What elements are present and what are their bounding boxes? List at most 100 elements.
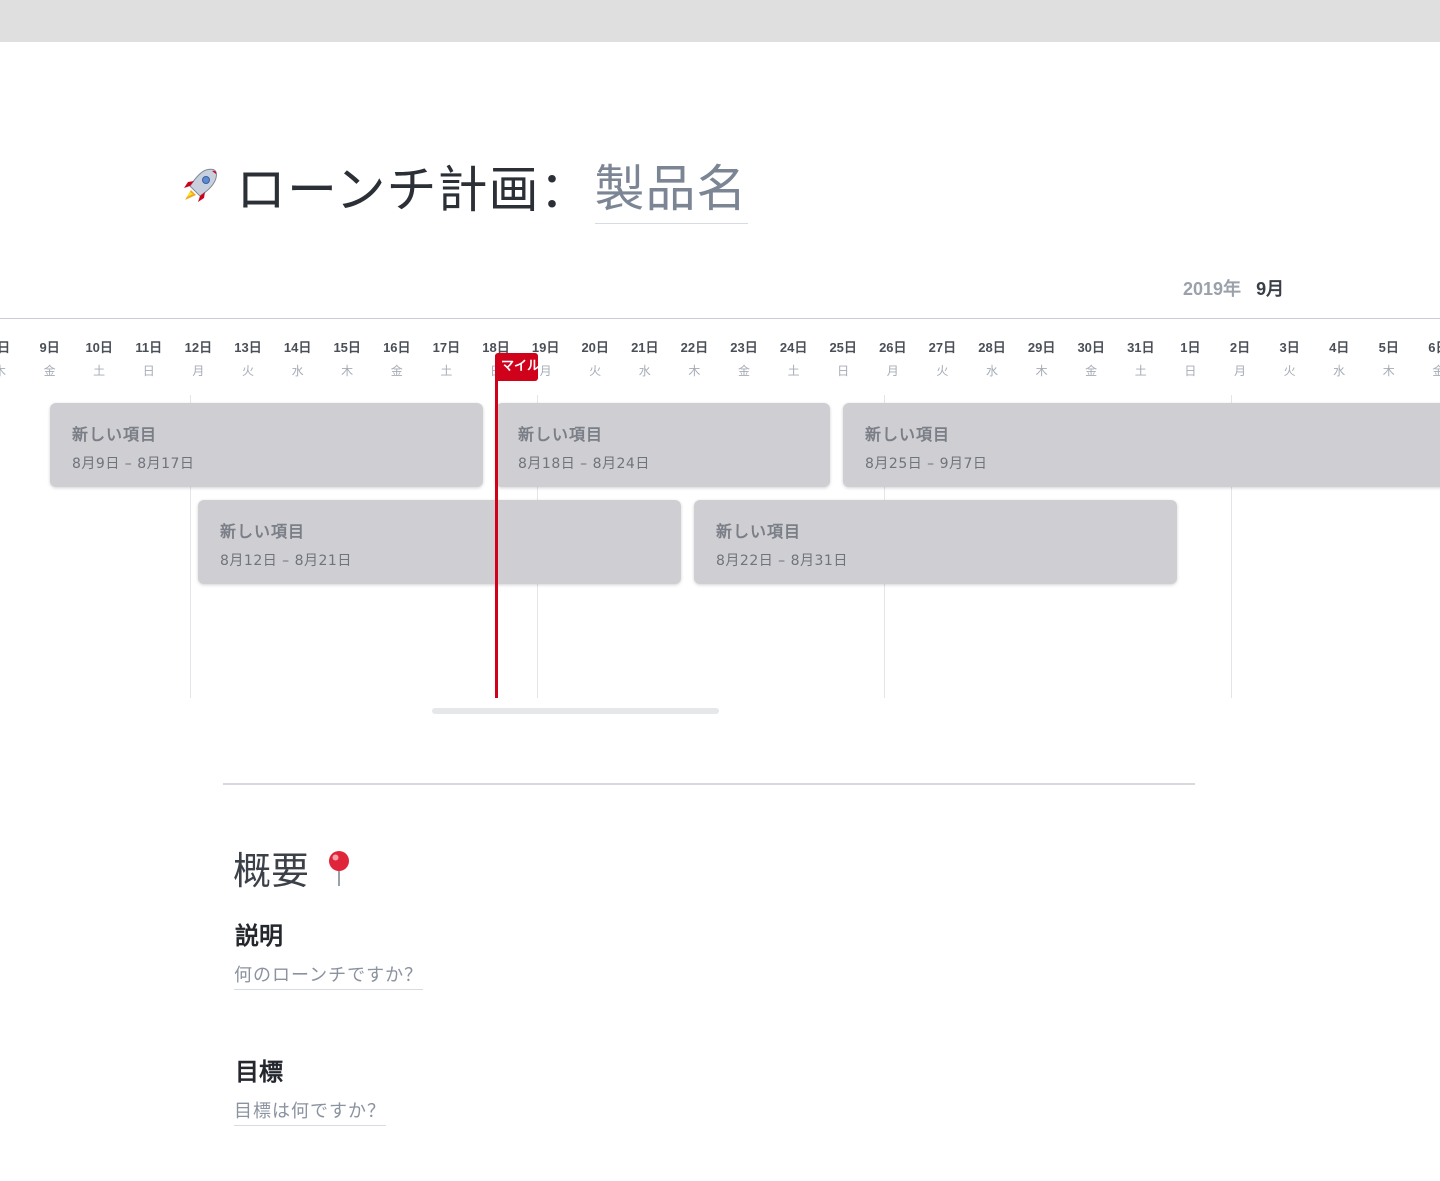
timeline-item-title: 新しい項目: [865, 425, 951, 444]
day-weekday: 月: [886, 364, 899, 378]
day-weekday: 木: [1035, 364, 1048, 378]
day-number: 28日: [978, 340, 1006, 355]
day-column: 13日火: [228, 338, 268, 382]
day-weekday: 火: [936, 364, 949, 378]
day-number: 11日: [135, 340, 163, 355]
title-text: ローンチ計画：: [236, 161, 591, 219]
day-column: 24日土: [774, 338, 814, 382]
timeline-item[interactable]: 新しい項目 8月12日 – 8月21日: [198, 500, 681, 584]
rocket-icon: [184, 168, 217, 202]
day-weekday: 火: [241, 364, 254, 378]
top-bar: [0, 0, 1440, 42]
day-weekday: 日: [837, 364, 850, 378]
day-number: 24日: [779, 340, 808, 355]
day-weekday: 水: [1333, 364, 1346, 378]
day-number: 23日: [730, 340, 758, 355]
year-label: 2019年: [1183, 279, 1242, 299]
day-column: 25日日: [823, 338, 863, 382]
day-column: 21日水: [625, 338, 665, 382]
day-number: 17日: [432, 340, 461, 355]
day-weekday: 金: [43, 364, 56, 378]
day-column: 31日土: [1121, 338, 1161, 382]
timeline-item-range: 8月18日 – 8月24日: [518, 456, 650, 472]
timeline-item[interactable]: 新しい項目 8月22日 – 8月31日: [694, 500, 1177, 584]
day-number: 6日: [1428, 340, 1440, 355]
day-number: 15日: [333, 340, 361, 355]
day-column: 26日月: [873, 338, 913, 382]
day-column: 23日金: [724, 338, 764, 382]
timeline-item-range: 8月9日 – 8月17日: [72, 456, 195, 472]
day-weekday: 金: [1432, 364, 1440, 378]
day-column: 3日火: [1270, 338, 1310, 382]
day-column: 4日水: [1319, 338, 1359, 382]
timeline-item-range: 8月25日 – 9月7日: [865, 456, 988, 472]
day-column: 1日日: [1170, 338, 1210, 382]
goal-label: 目標: [235, 1058, 283, 1086]
day-number: 4日: [1329, 340, 1350, 355]
today-marker-tag[interactable]: マイルストーン: [495, 353, 538, 381]
section-divider: [223, 783, 1195, 785]
day-column: 12日月: [178, 338, 218, 382]
day-weekday: 水: [985, 364, 998, 378]
day-column: 8日木: [0, 338, 20, 382]
day-weekday: 木: [0, 360, 20, 382]
overview-heading: 概要: [233, 840, 357, 895]
day-weekday: 金: [390, 364, 403, 378]
day-number: 13日: [234, 340, 262, 355]
day-column: 28日水: [972, 338, 1012, 382]
product-name-input[interactable]: 製品名: [594, 149, 748, 224]
day-column: 16日金: [377, 338, 417, 382]
day-number: 8日: [0, 340, 11, 355]
timeline-item-title: 新しい項目: [72, 425, 158, 444]
day-number: 3日: [1279, 340, 1300, 355]
horizontal-scrollbar[interactable]: [432, 708, 719, 714]
day-column: 2日月: [1220, 338, 1260, 382]
day-number: 16日: [383, 340, 411, 355]
page-title: ローンチ計画： 製品名: [176, 149, 748, 224]
day-weekday: 金: [1085, 364, 1098, 378]
day-number: 5日: [1378, 340, 1399, 355]
day-number: 22日: [680, 340, 709, 355]
description-label: 説明: [235, 922, 283, 950]
day-number: 10日: [85, 340, 113, 355]
timeline-item[interactable]: 新しい項目 8月9日 – 8月17日: [50, 403, 483, 487]
day-number: 20日: [581, 340, 609, 355]
day-weekday: 土: [440, 364, 453, 378]
goal-input[interactable]: 目標は何ですか？: [234, 1097, 386, 1126]
day-weekday: 土: [93, 364, 106, 378]
timeline-divider: [0, 318, 1440, 319]
day-number: 14日: [283, 340, 312, 355]
timeline-item-title: 新しい項目: [518, 425, 604, 444]
day-number: 31日: [1127, 340, 1155, 355]
day-number: 29日: [1027, 340, 1056, 355]
day-weekday: 水: [638, 364, 651, 378]
day-column: 20日火: [575, 338, 615, 382]
day-number: 27日: [928, 340, 957, 355]
description-input[interactable]: 何のローンチですか？: [234, 961, 424, 990]
day-weekday: 土: [1134, 364, 1147, 378]
day-column: 6日金: [1418, 338, 1440, 382]
day-number: 9日: [39, 340, 60, 355]
timeline-item[interactable]: 新しい項目 8月25日 – 9月7日: [843, 403, 1440, 487]
day-column: 14日水: [278, 338, 318, 382]
day-weekday: 火: [589, 364, 602, 378]
day-weekday: 日: [142, 364, 155, 378]
day-number: 30日: [1077, 340, 1105, 355]
day-column: 15日木: [327, 338, 367, 382]
day-weekday: 金: [737, 364, 750, 378]
day-column: 11日日: [129, 338, 169, 382]
day-column: 9日金: [30, 338, 70, 382]
pin-icon: [329, 850, 350, 886]
day-column: 17日土: [426, 338, 466, 382]
today-marker-line: [495, 370, 498, 698]
day-number: 21日: [631, 340, 659, 355]
day-weekday: 火: [1283, 364, 1296, 378]
timeline-item-range: 8月22日 – 8月31日: [716, 553, 848, 569]
month-name: 9月: [1256, 279, 1285, 299]
timeline-item[interactable]: 新しい項目 8月18日 – 8月24日: [496, 403, 830, 487]
timeline-item-title: 新しい項目: [220, 522, 306, 541]
day-column: 5日木: [1369, 338, 1409, 382]
day-number: 26日: [879, 340, 907, 355]
day-weekday: 日: [1184, 364, 1197, 378]
day-weekday: 木: [341, 364, 354, 378]
